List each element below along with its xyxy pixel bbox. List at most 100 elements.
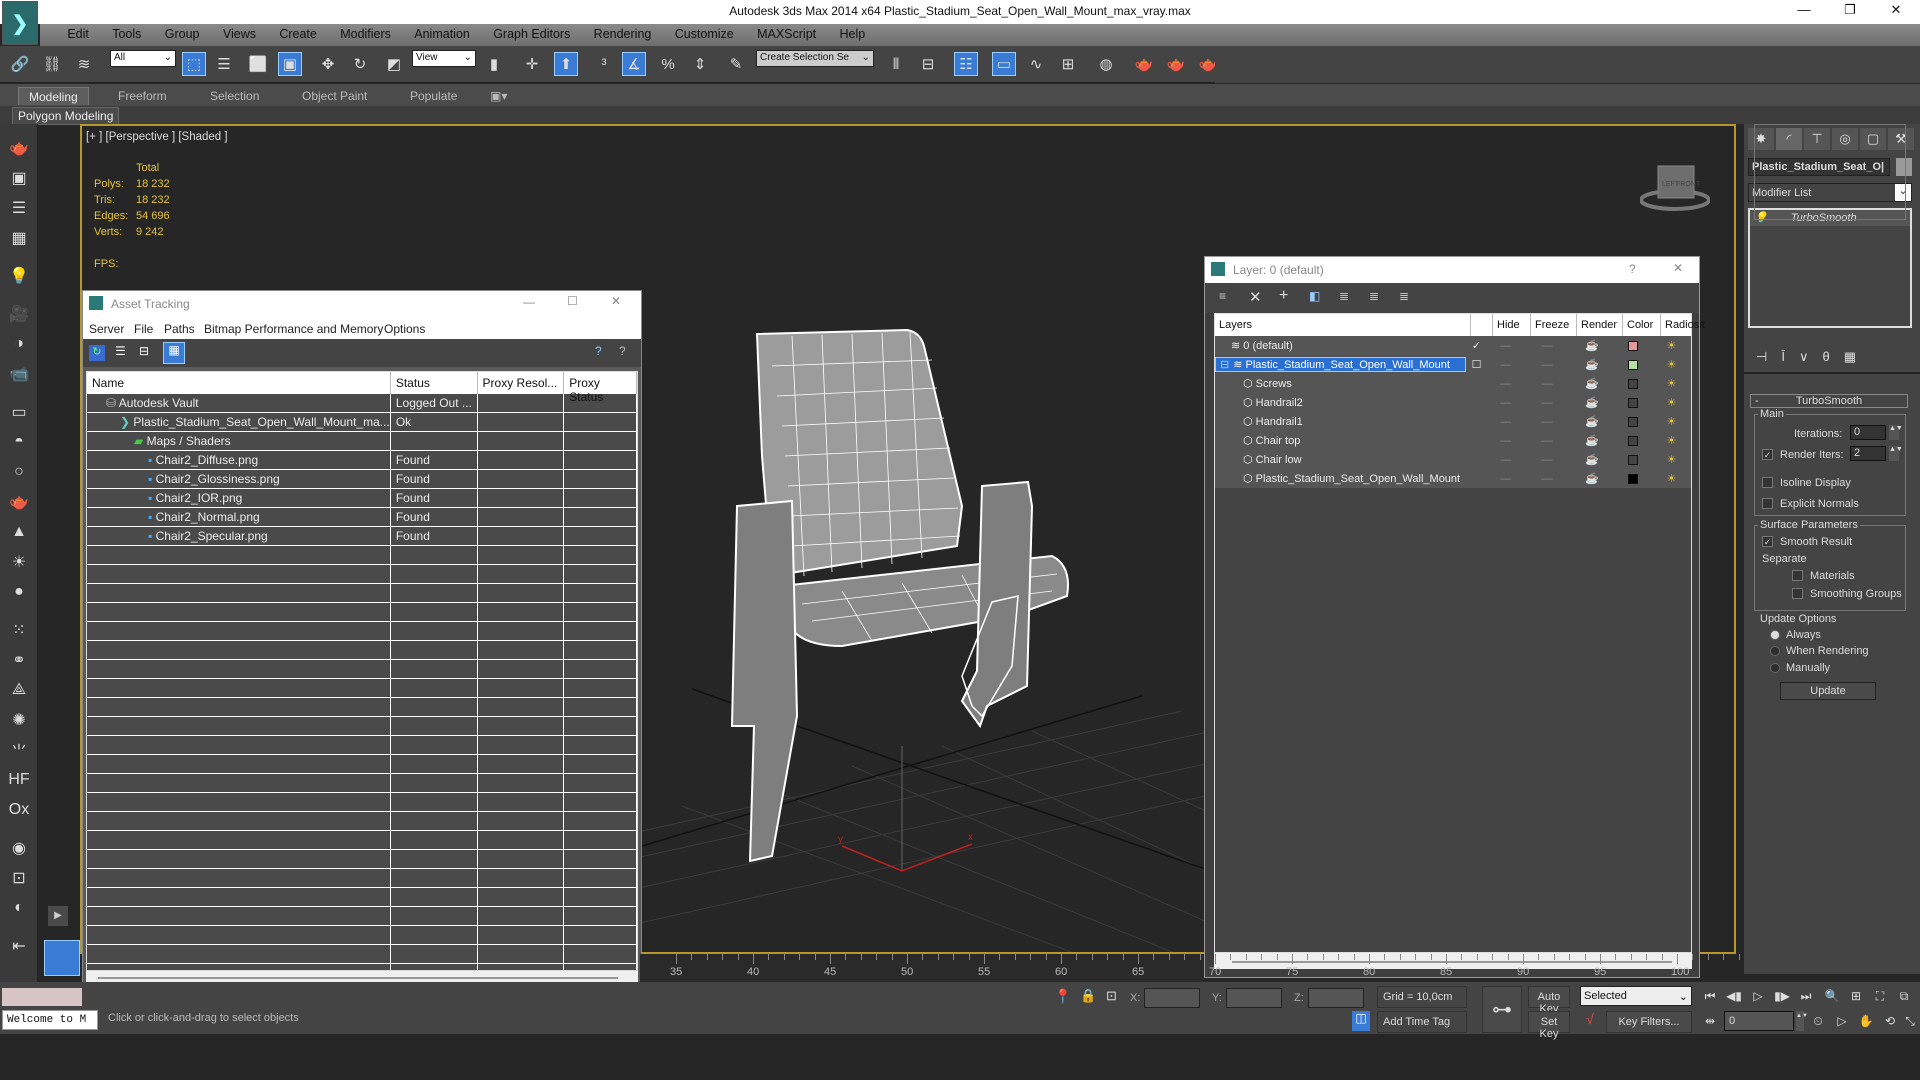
smoothing-groups-checkbox[interactable] xyxy=(1792,588,1803,599)
delete-layer-icon[interactable]: ✕ xyxy=(1249,288,1262,306)
freeze-toggle[interactable]: — xyxy=(1525,397,1570,409)
ies-light-icon[interactable]: ● xyxy=(6,580,32,604)
angle-snap-icon[interactable]: ∡ xyxy=(622,52,646,76)
iterations-spinner-arrows[interactable]: ▲▼ xyxy=(1889,425,1903,440)
render-toggle-icon[interactable]: ☕ xyxy=(1570,415,1615,428)
keyboard-shortcut-override-icon[interactable]: ⬆ xyxy=(554,52,578,76)
add-to-layer-icon[interactable]: + xyxy=(1279,287,1288,305)
hide-toggle[interactable]: — xyxy=(1487,454,1524,466)
absolute-mode-icon[interactable]: ⊡ xyxy=(1106,988,1117,1004)
rectangular-selection-icon[interactable]: ⬜ xyxy=(246,52,270,76)
always-radio[interactable] xyxy=(1770,630,1780,640)
show-end-result-icon[interactable]: Ī xyxy=(1781,349,1799,364)
x-coordinate-field[interactable] xyxy=(1144,988,1200,1008)
menu-create[interactable]: Create xyxy=(269,24,327,41)
column-layers[interactable]: Layers xyxy=(1215,314,1471,336)
menu-bitmap-performance[interactable]: Bitmap Performance and Memory xyxy=(204,322,383,336)
render-setup-icon[interactable]: 🫖 xyxy=(1132,52,1156,76)
freeze-toggle[interactable]: — xyxy=(1525,378,1570,390)
window-crossing-icon[interactable]: ▣ xyxy=(278,52,302,76)
hide-toggle[interactable]: — xyxy=(1487,359,1524,371)
tree-view-icon[interactable]: ⊟ xyxy=(139,344,149,358)
plane-icon[interactable]: ⟁ xyxy=(6,678,32,702)
select-objects-icon[interactable]: ◧ xyxy=(1309,289,1320,303)
material-pick-icon[interactable]: ⊡ xyxy=(6,866,32,890)
asset-row[interactable]: ▪ Chair2_IOR.png Found xyxy=(87,489,637,508)
material-editor-icon[interactable]: ◍ xyxy=(1094,52,1118,76)
menu-rendering[interactable]: Rendering xyxy=(584,24,662,41)
hide-toggle[interactable]: — xyxy=(1487,340,1524,352)
render-frame-icon[interactable]: ▣ xyxy=(6,166,32,190)
minimize-button[interactable]: — xyxy=(523,295,535,309)
menu-views[interactable]: Views xyxy=(213,24,266,41)
active-layer-toggle[interactable]: ✓ xyxy=(1466,339,1488,352)
viewcube[interactable]: LEFT FRONT xyxy=(1639,162,1711,212)
menu-modifiers[interactable]: Modifiers xyxy=(330,24,401,41)
hide-toggle[interactable]: — xyxy=(1487,416,1524,428)
menu-options[interactable]: Options xyxy=(384,322,425,336)
when-rendering-radio[interactable] xyxy=(1770,646,1780,656)
remove-modifier-icon[interactable]: θ xyxy=(1822,349,1843,364)
bind-space-warp-icon[interactable]: ≋ xyxy=(72,52,96,76)
radiosity-icon[interactable]: ☀ xyxy=(1652,377,1691,390)
hide-toggle[interactable]: — xyxy=(1487,473,1524,485)
list-view-icon[interactable]: ☰ xyxy=(115,344,126,358)
highlight-selected-icon[interactable]: ≣ xyxy=(1369,289,1379,303)
ribbon-tab-selection[interactable]: Selection xyxy=(200,87,269,105)
maximize-viewport-icon[interactable]: ⤡ xyxy=(1900,1011,1920,1031)
previous-frame-icon[interactable]: ◀▮ xyxy=(1724,986,1744,1006)
menu-graph-editors[interactable]: Graph Editors xyxy=(483,24,580,41)
render-iters-checkbox[interactable]: ✓ xyxy=(1762,449,1773,460)
color-cell[interactable] xyxy=(1615,340,1652,351)
maxscript-listener[interactable]: Welcome to M xyxy=(2,1010,98,1030)
graphite-toolset-icon[interactable]: ▭ xyxy=(992,52,1016,76)
zoom-all-icon[interactable]: ⊞ xyxy=(1846,986,1866,1006)
material-sphere-icon[interactable]: ◉ xyxy=(6,836,32,860)
key-mode-toggle-icon[interactable]: ⇹ xyxy=(1700,1011,1720,1031)
radiosity-icon[interactable]: ☀ xyxy=(1652,472,1691,485)
layer-row[interactable]: ⬡ Screws — — ☕ ☀ xyxy=(1215,374,1691,393)
layer-color-swatch[interactable] xyxy=(1628,454,1639,465)
color-cell[interactable] xyxy=(1615,435,1652,446)
color-cell[interactable] xyxy=(1615,359,1652,370)
set-key-button[interactable]: Set Key xyxy=(1528,1011,1570,1040)
key-filters-button[interactable]: Key Filters... xyxy=(1606,1011,1692,1033)
named-selection-dropdown[interactable]: Create Selection Se ⌄ xyxy=(756,50,874,67)
asset-row[interactable]: ❯ Plastic_Stadium_Seat_Open_Wall_Mount_m… xyxy=(87,413,637,432)
column-render[interactable]: Render xyxy=(1577,314,1623,336)
freeze-toggle[interactable]: — xyxy=(1525,359,1570,371)
help-button[interactable]: ? xyxy=(1629,262,1636,276)
layer-color-swatch[interactable] xyxy=(1628,435,1639,446)
ribbon-tab-freeform[interactable]: Freeform xyxy=(108,87,177,105)
manually-radio[interactable] xyxy=(1770,663,1780,673)
freeze-toggle[interactable]: — xyxy=(1525,416,1570,428)
teapot-icon[interactable]: 🫖 xyxy=(6,136,32,160)
play-icon[interactable]: ▷ xyxy=(1748,986,1768,1006)
sphere-light-icon[interactable]: ○ xyxy=(6,460,32,484)
app-menu-button[interactable]: ❯ xyxy=(2,1,38,45)
smooth-result-checkbox[interactable]: ✓ xyxy=(1762,536,1773,547)
materials-checkbox[interactable] xyxy=(1792,570,1803,581)
turbosmooth-rollout-header[interactable]: - TurboSmooth xyxy=(1750,394,1908,408)
layer-row[interactable]: ≋ 0 (default) ✓ — — ☕ ☀ xyxy=(1215,336,1691,355)
viewport-thumbnail[interactable] xyxy=(44,940,80,976)
grass-icon[interactable]: ⺌ xyxy=(6,738,32,762)
render-toggle-icon[interactable]: ☕ xyxy=(1570,358,1615,371)
column-proxy-resolution[interactable]: Proxy Resol... xyxy=(478,372,565,394)
layer-manager-icon[interactable]: ☷ xyxy=(954,52,978,76)
render-toggle-icon[interactable]: ☕ xyxy=(1570,339,1615,352)
camera-icon[interactable]: 🎥 xyxy=(6,302,32,326)
column-hide[interactable]: Hide xyxy=(1493,314,1531,336)
rendered-frame-window-icon[interactable]: 🫖 xyxy=(1164,52,1188,76)
color-cell[interactable] xyxy=(1615,397,1652,408)
active-layer-toggle[interactable]: ☐ xyxy=(1466,358,1488,371)
column-name[interactable]: Name xyxy=(87,372,391,394)
snaps-toggle-icon[interactable]: ³ xyxy=(592,52,616,76)
molecule-icon[interactable]: ⚭ xyxy=(6,648,32,672)
unlink-icon[interactable]: ⛓ xyxy=(40,52,64,76)
manipulate-icon[interactable]: ✛ xyxy=(520,52,544,76)
edit-named-selection-icon[interactable]: ✎ xyxy=(724,52,748,76)
menu-tools[interactable]: Tools xyxy=(102,24,151,41)
curve-editor-icon[interactable]: ∿ xyxy=(1024,52,1048,76)
camera-red-icon[interactable]: 📹 xyxy=(6,362,32,386)
